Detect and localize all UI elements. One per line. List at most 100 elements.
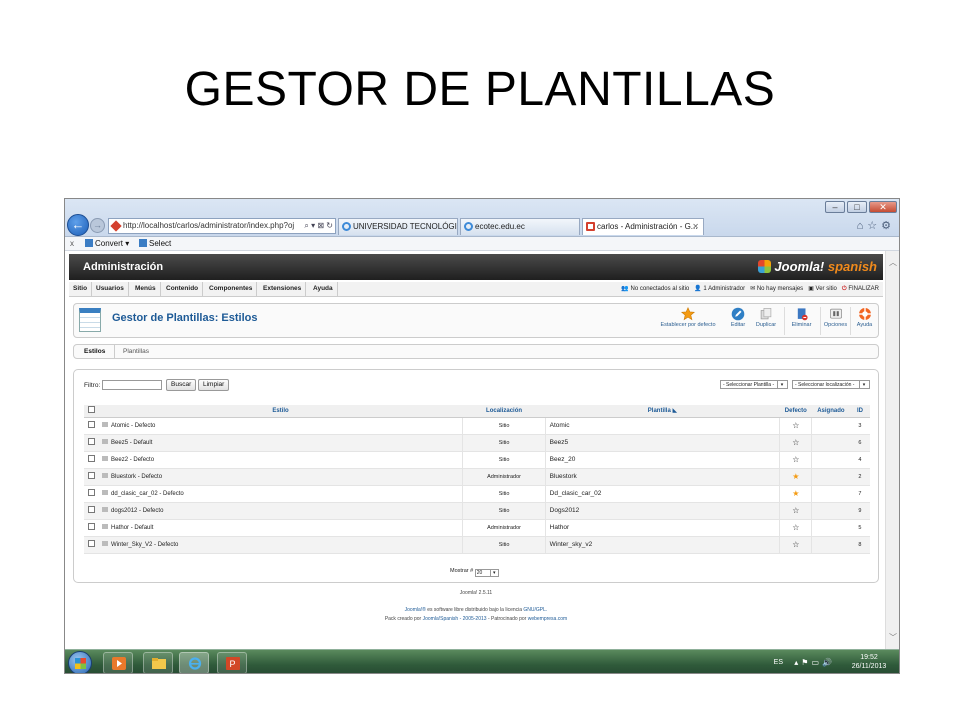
row-checkbox[interactable] xyxy=(87,455,95,462)
row-checkbox[interactable] xyxy=(87,472,95,479)
default-star-icon[interactable]: ★ xyxy=(779,485,812,503)
menu-componentes[interactable]: Componentes xyxy=(205,282,258,297)
default-star-icon[interactable]: ★ xyxy=(779,468,812,486)
menu-sitio[interactable]: Sitio xyxy=(69,282,93,297)
template-link[interactable]: Bluestork xyxy=(544,468,780,486)
edit-button[interactable]: Editar xyxy=(724,307,752,335)
tab-carlos-admin[interactable]: carlos - Administración - G... ✕ xyxy=(582,218,704,235)
delete-button[interactable]: Eliminar xyxy=(784,307,818,335)
row-checkbox[interactable] xyxy=(87,438,95,445)
col-location[interactable]: Localización xyxy=(462,405,546,418)
default-star-icon[interactable]: ☆ xyxy=(779,502,812,520)
maximize-icon[interactable]: □ xyxy=(847,201,867,213)
language-indicator[interactable]: ES xyxy=(774,659,783,666)
tab-ecotec[interactable]: ecotec.edu.ec xyxy=(460,218,580,235)
menu-menus[interactable]: Menús xyxy=(131,282,161,297)
style-link[interactable]: Beez5 - Default xyxy=(111,440,152,446)
taskbar-media-player[interactable] xyxy=(103,652,133,673)
taskbar-powerpoint[interactable]: P xyxy=(217,652,247,673)
row-checkbox[interactable] xyxy=(87,540,95,547)
menu-contenido[interactable]: Contenido xyxy=(162,282,204,297)
joomla-link[interactable]: Joomla!® xyxy=(405,607,426,613)
subnav: Estilos Plantillas xyxy=(73,344,879,359)
home-star-gear-icons[interactable]: ⌂☆⚙ xyxy=(857,219,895,232)
pager-select[interactable]: 20 ▾ xyxy=(474,569,499,577)
default-star-icon[interactable]: ☆ xyxy=(779,451,812,469)
style-link[interactable]: Bluestork - Defecto xyxy=(111,474,162,480)
webempresa-link[interactable]: webempresa.com xyxy=(528,616,567,622)
col-style[interactable]: Estilo xyxy=(98,405,463,418)
tray-icons[interactable]: ▴⚑▭🔊 xyxy=(794,658,835,667)
col-id[interactable]: ID xyxy=(849,405,870,418)
template-link[interactable]: Dogs2012 xyxy=(544,502,780,520)
page-viewport: Administración Joomla! spanish Sitio Usu… xyxy=(65,251,887,649)
forward-button[interactable]: → xyxy=(90,218,105,233)
menu-ayuda[interactable]: Ayuda xyxy=(309,282,338,297)
row-checkbox[interactable] xyxy=(87,523,95,530)
joomla-favicon-icon xyxy=(110,220,122,232)
select-button[interactable]: Select xyxy=(139,237,171,250)
template-select[interactable]: - Seleccionar Plantilla - ▾ xyxy=(720,380,788,389)
template-link[interactable]: Winter_sky_v2 xyxy=(544,536,780,554)
template-link[interactable]: Beez5 xyxy=(544,434,780,452)
location-select[interactable]: - Seleccionar localización - ▾ xyxy=(792,380,870,389)
close-bar-icon[interactable]: x xyxy=(70,237,74,250)
style-thumb-icon xyxy=(102,490,109,495)
col-default[interactable]: Defecto xyxy=(779,405,812,418)
clock[interactable]: 19:52 26/11/2013 xyxy=(845,653,893,671)
default-star-icon[interactable]: ☆ xyxy=(779,536,812,554)
style-link[interactable]: Hathor - Default xyxy=(111,525,153,531)
back-button[interactable]: ← xyxy=(67,214,89,236)
options-button[interactable]: Opciones xyxy=(820,307,850,335)
select-all-cell[interactable] xyxy=(84,405,99,418)
row-checkbox[interactable] xyxy=(87,489,95,496)
col-template[interactable]: Plantilla ◣ xyxy=(545,405,780,418)
select-all-checkbox[interactable] xyxy=(87,406,95,414)
joomlaspanish-link[interactable]: Joomla!Spanish - 2005-2013 xyxy=(423,616,487,622)
col-assigned[interactable]: Asignado xyxy=(811,405,850,418)
duplicate-button[interactable]: Duplicar xyxy=(750,307,782,335)
style-thumb-icon xyxy=(102,456,109,461)
default-star-icon[interactable]: ☆ xyxy=(779,519,812,537)
pdf-convert-icon xyxy=(85,239,93,247)
default-star-icon[interactable]: ☆ xyxy=(779,434,812,452)
filter-input[interactable] xyxy=(102,380,162,390)
minimize-icon[interactable]: – xyxy=(825,201,845,213)
help-button[interactable]: Ayuda xyxy=(850,307,878,335)
template-link[interactable]: Atomic xyxy=(544,417,780,435)
style-link[interactable]: Winter_Sky_V2 - Defecto xyxy=(111,542,178,548)
taskbar-explorer[interactable] xyxy=(143,652,173,673)
style-link[interactable]: Atomic - Defecto xyxy=(111,423,155,429)
tab-universidad[interactable]: UNIVERSIDAD TECNOLÓGICA ... xyxy=(338,218,458,235)
style-link[interactable]: dd_clasic_car_02 - Defecto xyxy=(111,491,184,497)
clear-button[interactable]: Limpiar xyxy=(198,379,230,391)
set-default-button[interactable]: Establecer por defecto xyxy=(656,307,720,335)
scroll-up-icon[interactable]: ︿ xyxy=(886,257,899,268)
gpl-link[interactable]: GNU/GPL. xyxy=(523,607,547,613)
style-link[interactable]: dogs2012 - Defecto xyxy=(111,508,163,514)
style-link[interactable]: Beez2 - Defecto xyxy=(111,457,154,463)
start-button[interactable] xyxy=(68,651,92,673)
row-checkbox[interactable] xyxy=(87,506,95,513)
default-star-icon[interactable]: ☆ xyxy=(779,417,812,435)
ie-icon xyxy=(464,222,473,231)
address-controls-icon[interactable]: ⌕ ▾ ⊠ ↻ xyxy=(304,219,333,233)
logout-link[interactable]: FINALIZAR xyxy=(848,286,879,292)
template-link[interactable]: Beez_20 xyxy=(544,451,780,469)
tab-estilos[interactable]: Estilos xyxy=(84,345,105,358)
tab-plantillas[interactable]: Plantillas xyxy=(114,345,149,358)
template-link[interactable]: Hathor xyxy=(544,519,780,537)
row-checkbox[interactable] xyxy=(87,421,95,428)
scroll-down-icon[interactable]: ﹀ xyxy=(886,632,899,643)
convert-button[interactable]: Convert ▾ xyxy=(85,237,129,250)
template-link[interactable]: Dd_clasic_car_02 xyxy=(544,485,780,503)
menu-extensiones[interactable]: Extensiones xyxy=(259,282,307,297)
vertical-scrollbar[interactable]: ︿ ﹀ xyxy=(885,251,899,649)
menu-usuarios[interactable]: Usuarios xyxy=(92,282,129,297)
search-button[interactable]: Buscar xyxy=(166,379,197,391)
taskbar-ie[interactable] xyxy=(179,652,209,673)
close-icon[interactable]: ✕ xyxy=(869,201,897,213)
close-tab-icon[interactable]: ✕ xyxy=(692,219,699,234)
id-cell: 7 xyxy=(849,485,870,503)
address-bar[interactable]: http://localhost/carlos/administrator/in… xyxy=(108,218,336,234)
